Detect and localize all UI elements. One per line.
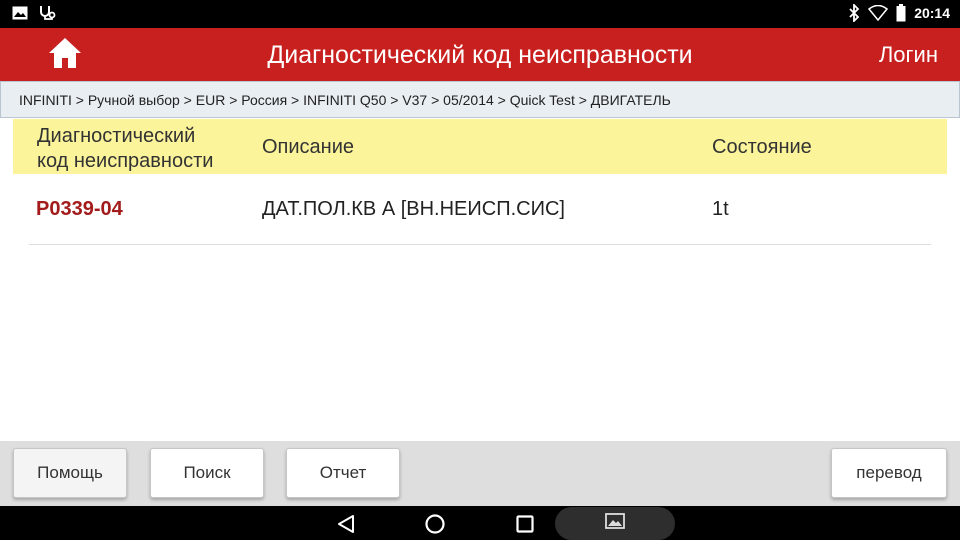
screenshot-icon: [605, 513, 625, 534]
column-header-code-line1: Диагностический: [37, 125, 196, 147]
dtc-description: ДАТ.ПОЛ.КВ А [ВН.НЕИСП.СИС]: [262, 198, 565, 220]
screenshot-button[interactable]: [555, 507, 675, 540]
page-title: Диагностический код неисправности: [267, 41, 693, 69]
navigation-bar: [0, 506, 960, 540]
login-button[interactable]: Логин: [879, 42, 938, 68]
column-header-description: Описание: [262, 136, 355, 158]
breadcrumb: INFINITI > Ручной выбор > EUR > Россия >…: [0, 81, 960, 118]
column-header-code-line2: код неисправности: [37, 150, 214, 172]
bottom-toolbar: Помощь Поиск Отчет перевод: [0, 441, 960, 506]
status-bar: 20:14: [0, 0, 960, 28]
dtc-code: P0339-04: [36, 198, 123, 220]
back-icon[interactable]: [335, 513, 357, 535]
image-icon: [12, 6, 28, 20]
recent-apps-icon[interactable]: [514, 513, 536, 535]
bluetooth-icon: [848, 4, 860, 22]
translate-button[interactable]: перевод: [831, 448, 947, 498]
home-circle-icon[interactable]: [424, 513, 446, 535]
help-button[interactable]: Помощь: [13, 448, 127, 498]
home-button[interactable]: [44, 36, 86, 74]
usb-debug-icon: [38, 5, 56, 21]
header-bar: Диагностический код неисправности Логин: [0, 28, 960, 81]
status-time: 20:14: [914, 5, 950, 21]
table-header: Диагностический код неисправности Описан…: [13, 119, 947, 174]
report-button[interactable]: Отчет: [286, 448, 400, 498]
column-header-code: Диагностический код неисправности: [37, 124, 257, 174]
search-button[interactable]: Поиск: [150, 448, 264, 498]
wifi-icon: [868, 5, 889, 21]
battery-icon: [896, 4, 906, 22]
table-row[interactable]: P0339-04 ДАТ.ПОЛ.КВ А [ВН.НЕИСП.СИС] 1t: [29, 175, 931, 245]
home-icon: [48, 37, 82, 74]
dtc-status: 1t: [712, 198, 729, 220]
column-header-status: Состояние: [712, 136, 812, 158]
